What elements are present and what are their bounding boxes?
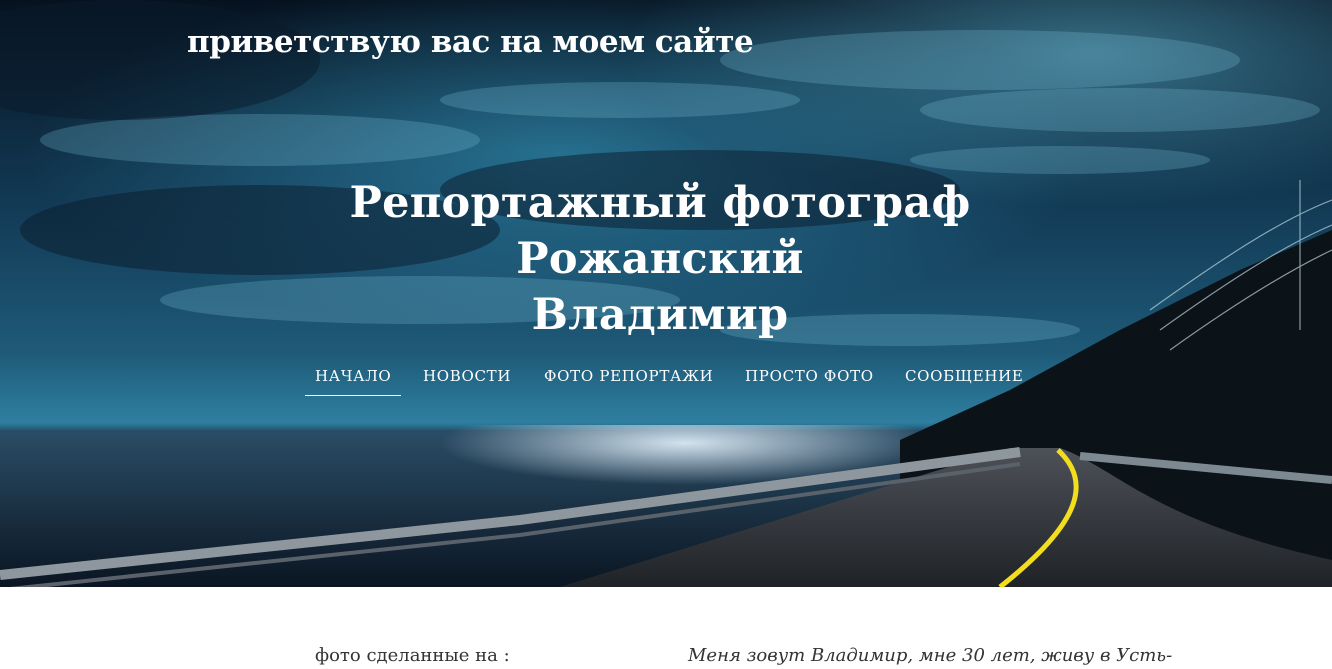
nav-item-just-photo[interactable]: ПРОСТО ФОТО <box>745 362 874 390</box>
site-title[interactable]: Репортажный фотограф Рожанский Владимир <box>0 175 1320 343</box>
site-title-line-3: Владимир <box>531 290 789 340</box>
nav-item-news[interactable]: НОВОСТИ <box>423 362 511 390</box>
site-tagline: приветствую вас на моем сайте <box>187 24 754 60</box>
nav-item-photo-reports[interactable]: ФОТО РЕПОРТАЖИ <box>544 362 713 390</box>
nav-item-home[interactable]: НАЧАЛО <box>304 362 402 396</box>
main-navigation: НАЧАЛО НОВОСТИ ФОТО РЕПОРТАЖИ ПРОСТО ФОТ… <box>0 362 1332 398</box>
main-content: фото сделанные на : Меня зовут Владимир,… <box>0 587 1332 666</box>
site-title-line-2: Рожанский <box>516 234 804 284</box>
nav-item-message[interactable]: СООБЩЕНИЕ <box>905 362 1024 390</box>
site-title-line-1: Репортажный фотограф <box>349 178 971 228</box>
about-text: Меня зовут Владимир, мне 30 лет, живу в … <box>688 645 1173 666</box>
site-header: приветствую вас на моем сайте Репортажны… <box>0 0 1332 587</box>
sidebar-text: фото сделанные на : <box>315 645 510 666</box>
